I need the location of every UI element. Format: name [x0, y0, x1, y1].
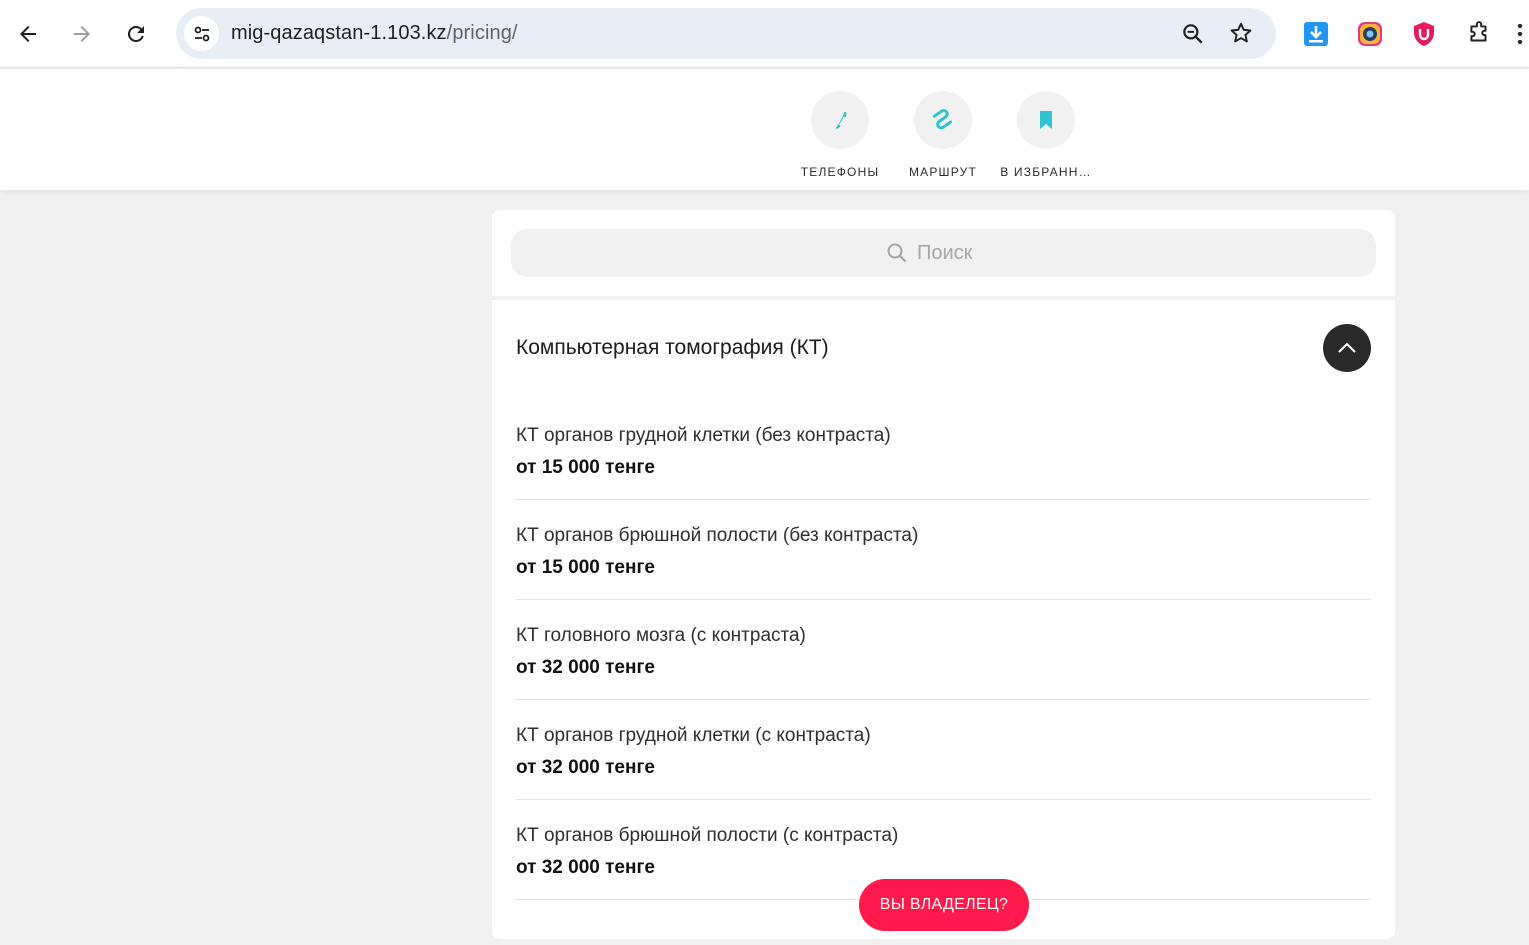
- shield-extension-icon[interactable]: [1410, 20, 1438, 48]
- service-price: от 32 000 тенге: [516, 657, 655, 678]
- pricing-card: Компьютерная томография (КТ) КТ органов …: [492, 210, 1395, 939]
- service-name: КТ органов брюшной полости (без контраст…: [516, 525, 919, 546]
- route-icon: [932, 109, 953, 130]
- site-settings-icon[interactable]: [184, 16, 219, 51]
- service-name: КТ органов грудной клетки (с контраста): [516, 725, 871, 746]
- favorites-button[interactable]: [1017, 91, 1075, 149]
- arrow-right-icon: [74, 26, 90, 42]
- arrow-left-icon: [20, 26, 36, 42]
- url-host: mig-qazaqstan-1.103.kz: [231, 22, 447, 44]
- price-item: КТ органов брюшной полости (без контраст…: [516, 500, 1371, 600]
- url-path: /pricing/: [446, 22, 518, 44]
- phone-icon: [835, 111, 847, 129]
- service-price: от 32 000 тенге: [516, 857, 655, 878]
- action-label: В ИЗБРАНН…: [1000, 165, 1092, 179]
- site-header: ТЕЛЕФОНЫ МАРШРУТ В ИЗБРАНН…: [0, 69, 1529, 190]
- chrome-menu-icon[interactable]: [1518, 22, 1522, 46]
- browser-toolbar: mig-qazaqstan-1.103.kz/pricing/: [0, 0, 1529, 68]
- bookmark-icon: [1040, 111, 1052, 129]
- service-price: от 32 000 тенге: [516, 757, 655, 778]
- price-item: КТ органов грудной клетки (с контраста) …: [516, 700, 1371, 800]
- zoom-icon[interactable]: [1180, 21, 1206, 47]
- address-bar[interactable]: mig-qazaqstan-1.103.kz/pricing/: [176, 8, 1276, 59]
- action-label: МАРШРУТ: [908, 165, 978, 179]
- service-price: от 15 000 тенге: [516, 457, 655, 478]
- url-text: mig-qazaqstan-1.103.kz/pricing/: [231, 22, 518, 45]
- action-label: ТЕЛЕФОНЫ: [800, 165, 880, 179]
- price-list: КТ органов грудной клетки (без контраста…: [516, 400, 1371, 900]
- search-box[interactable]: [511, 229, 1376, 277]
- divider: [492, 296, 1395, 300]
- service-price: от 15 000 тенге: [516, 557, 655, 578]
- section-title: Компьютерная томография (КТ): [516, 336, 829, 359]
- back-button[interactable]: [8, 14, 48, 54]
- chevron-up-icon: [1338, 342, 1356, 353]
- route-button[interactable]: [914, 91, 972, 149]
- search-icon: [887, 243, 907, 263]
- action-phones[interactable]: ТЕЛЕФОНЫ: [790, 91, 890, 179]
- service-name: КТ органов брюшной полости (с контраста): [516, 825, 899, 846]
- reload-button[interactable]: [116, 14, 156, 54]
- download-extension-icon[interactable]: [1302, 20, 1330, 48]
- search-input[interactable]: [917, 237, 1217, 269]
- collapse-button[interactable]: [1323, 324, 1371, 372]
- service-name: КТ головного мозга (с контраста): [516, 625, 806, 646]
- price-item: КТ органов грудной клетки (без контраста…: [516, 400, 1371, 500]
- reload-icon: [128, 26, 144, 42]
- phone-button[interactable]: [811, 91, 869, 149]
- owner-button[interactable]: ВЫ ВЛАДЕЛЕЦ?: [859, 879, 1029, 931]
- extensions-puzzle-icon[interactable]: [1465, 20, 1493, 48]
- service-name: КТ органов грудной клетки (без контраста…: [516, 425, 891, 446]
- action-route[interactable]: МАРШРУТ: [893, 91, 993, 179]
- camera-extension-icon[interactable]: [1356, 20, 1384, 48]
- forward-button[interactable]: [62, 14, 102, 54]
- action-favorites[interactable]: В ИЗБРАНН…: [996, 91, 1096, 179]
- price-item: КТ головного мозга (с контраста) от 32 0…: [516, 600, 1371, 700]
- bookmark-star-icon[interactable]: [1228, 20, 1254, 46]
